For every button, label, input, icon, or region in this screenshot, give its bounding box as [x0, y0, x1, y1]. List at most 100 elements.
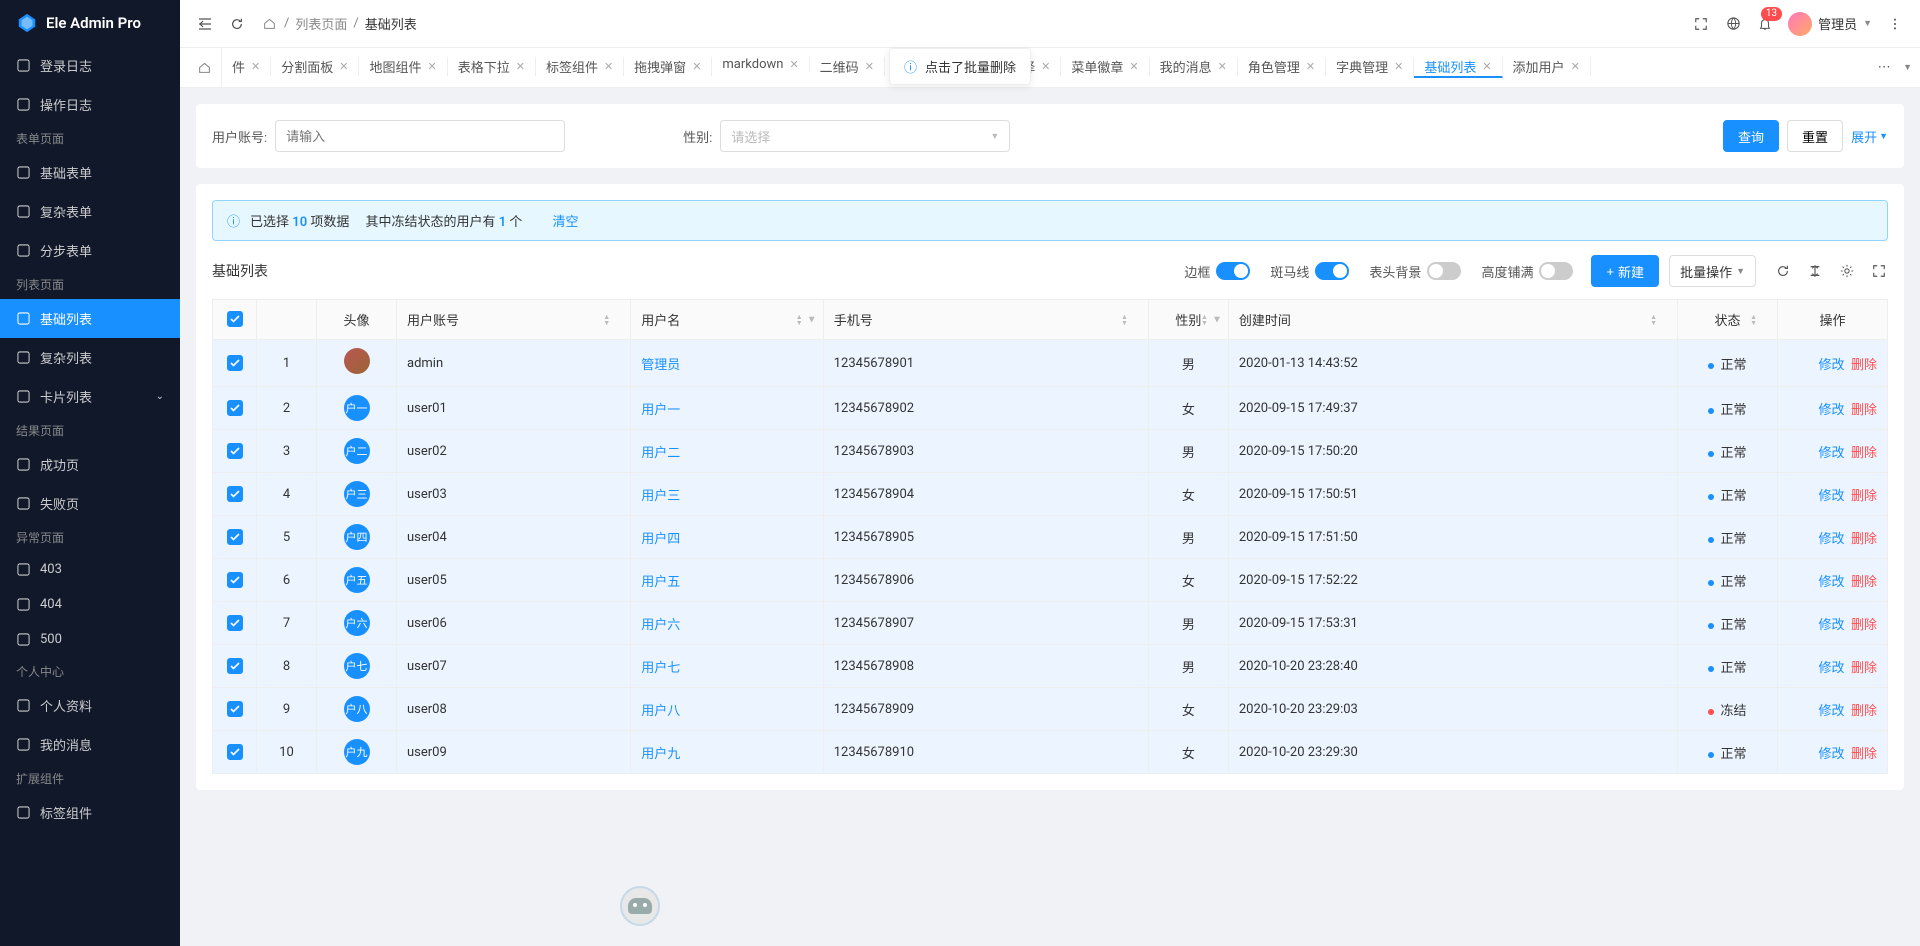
sidebar-item[interactable]: 基础列表 [0, 299, 180, 338]
tab[interactable]: markdown✕ [712, 57, 809, 72]
col-phone[interactable]: 手机号▲▼ [823, 300, 1148, 340]
headbg-switch[interactable] [1427, 262, 1461, 280]
clear-selection-link[interactable]: 清空 [552, 211, 578, 230]
close-icon[interactable]: ✕ [1306, 60, 1315, 73]
row-name-link[interactable]: 用户三 [641, 489, 680, 504]
sidebar-item[interactable]: 我的消息 [0, 725, 180, 764]
delete-link[interactable]: 删除 [1851, 358, 1877, 373]
close-icon[interactable]: ✕ [865, 60, 874, 73]
tab[interactable]: 标签组件✕ [536, 57, 624, 76]
tab[interactable]: 件✕ [222, 57, 271, 76]
expand-link[interactable]: 展开 ▼ [1851, 127, 1888, 146]
chevron-down-icon[interactable]: ▼ [1903, 62, 1912, 73]
sort-icon[interactable]: ▲▼ [1121, 314, 1128, 326]
tab[interactable]: 拖拽弹窗✕ [624, 57, 712, 76]
fullscreen-icon[interactable] [1692, 15, 1710, 33]
tab[interactable]: 角色管理✕ [1238, 57, 1326, 76]
delete-link[interactable]: 删除 [1851, 704, 1877, 719]
row-name-link[interactable]: 用户六 [641, 618, 680, 633]
col-gender[interactable]: 性别▲▼▼ [1148, 300, 1228, 340]
close-icon[interactable]: ✕ [1218, 60, 1227, 73]
sidebar-item[interactable]: 基础表单 [0, 153, 180, 192]
collapse-icon[interactable] [196, 15, 214, 33]
row-checkbox[interactable] [227, 529, 243, 545]
tab[interactable]: 菜单徽章✕ [1061, 57, 1149, 76]
row-name-link[interactable]: 用户八 [641, 704, 680, 719]
robot-assistant[interactable] [620, 886, 660, 926]
sidebar-item[interactable]: 个人资料 [0, 686, 180, 725]
user-menu[interactable]: 管理员 ▼ [1788, 12, 1872, 36]
fullheight-switch[interactable] [1539, 262, 1573, 280]
col-status[interactable]: 状态▲▼ [1678, 300, 1778, 340]
close-icon[interactable]: ✕ [339, 60, 348, 73]
breadcrumb-p1[interactable]: 列表页面 [295, 14, 347, 33]
density-icon[interactable] [1806, 262, 1824, 280]
tab[interactable]: 二维码✕ [810, 57, 885, 76]
bell-icon[interactable]: 13 [1756, 15, 1774, 33]
refresh-icon[interactable] [1774, 262, 1792, 280]
row-name-link[interactable]: 用户五 [641, 575, 680, 590]
sort-icon[interactable]: ▲▼ [1201, 314, 1208, 326]
logo[interactable]: Ele Admin Pro [0, 0, 180, 46]
edit-link[interactable]: 修改 [1819, 358, 1845, 373]
tab[interactable]: 我的消息✕ [1150, 57, 1238, 76]
new-button[interactable]: +新建 [1591, 255, 1659, 287]
row-name-link[interactable]: 用户四 [641, 532, 680, 547]
account-input[interactable] [275, 120, 565, 152]
delete-link[interactable]: 删除 [1851, 661, 1877, 676]
tab[interactable]: 基础列表✕ [1414, 57, 1502, 78]
delete-link[interactable]: 删除 [1851, 403, 1877, 418]
edit-link[interactable]: 修改 [1819, 747, 1845, 762]
sidebar-item[interactable]: 标签组件 [0, 793, 180, 832]
tab[interactable]: 字典管理✕ [1326, 57, 1414, 76]
row-checkbox[interactable] [227, 443, 243, 459]
border-switch[interactable] [1216, 262, 1250, 280]
tab[interactable]: 地图组件✕ [359, 57, 447, 76]
row-name-link[interactable]: 用户二 [641, 446, 680, 461]
close-icon[interactable]: ✕ [692, 60, 701, 73]
edit-link[interactable]: 修改 [1819, 618, 1845, 633]
edit-link[interactable]: 修改 [1819, 661, 1845, 676]
tab[interactable]: 添加用户✕ [1503, 57, 1591, 76]
filter-icon[interactable]: ▼ [807, 314, 817, 325]
tab-home[interactable] [188, 48, 222, 87]
row-name-link[interactable]: 用户九 [641, 747, 680, 762]
edit-link[interactable]: 修改 [1819, 532, 1845, 547]
breadcrumb-p2[interactable]: 基础列表 [365, 14, 417, 33]
close-icon[interactable]: ✕ [1571, 60, 1580, 73]
batch-dropdown[interactable]: 批量操作▼ [1669, 255, 1756, 287]
delete-link[interactable]: 删除 [1851, 532, 1877, 547]
zebra-switch[interactable] [1315, 262, 1349, 280]
col-created[interactable]: 创建时间▲▼ [1228, 300, 1677, 340]
row-checkbox[interactable] [227, 572, 243, 588]
reset-button[interactable]: 重置 [1787, 120, 1843, 152]
more-icon[interactable] [1886, 15, 1904, 33]
close-icon[interactable]: ✕ [427, 60, 436, 73]
sort-icon[interactable]: ▲▼ [796, 314, 803, 326]
row-checkbox[interactable] [227, 701, 243, 717]
sidebar-item[interactable]: 登录日志 [0, 46, 180, 85]
close-icon[interactable]: ✕ [1394, 60, 1403, 73]
col-name[interactable]: 用户名▲▼▼ [631, 300, 824, 340]
delete-link[interactable]: 删除 [1851, 446, 1877, 461]
select-all-checkbox[interactable] [227, 311, 243, 327]
col-account[interactable]: 用户账号▲▼ [397, 300, 631, 340]
sidebar-item[interactable]: 404 [0, 587, 180, 622]
sidebar-item[interactable]: 复杂列表 [0, 338, 180, 377]
row-name-link[interactable]: 用户七 [641, 661, 680, 676]
sort-icon[interactable]: ▲▼ [1650, 314, 1657, 326]
edit-link[interactable]: 修改 [1819, 403, 1845, 418]
sidebar-item[interactable]: 操作日志 [0, 85, 180, 124]
row-name-link[interactable]: 用户一 [641, 403, 680, 418]
tab[interactable]: 分割面板✕ [271, 57, 359, 76]
edit-link[interactable]: 修改 [1819, 489, 1845, 504]
row-checkbox[interactable] [227, 355, 243, 371]
query-button[interactable]: 查询 [1723, 120, 1779, 152]
close-icon[interactable]: ✕ [789, 58, 798, 71]
close-icon[interactable]: ✕ [1482, 60, 1491, 73]
delete-link[interactable]: 删除 [1851, 575, 1877, 590]
row-checkbox[interactable] [227, 400, 243, 416]
edit-link[interactable]: 修改 [1819, 446, 1845, 461]
delete-link[interactable]: 删除 [1851, 489, 1877, 504]
home-icon[interactable] [260, 15, 278, 33]
